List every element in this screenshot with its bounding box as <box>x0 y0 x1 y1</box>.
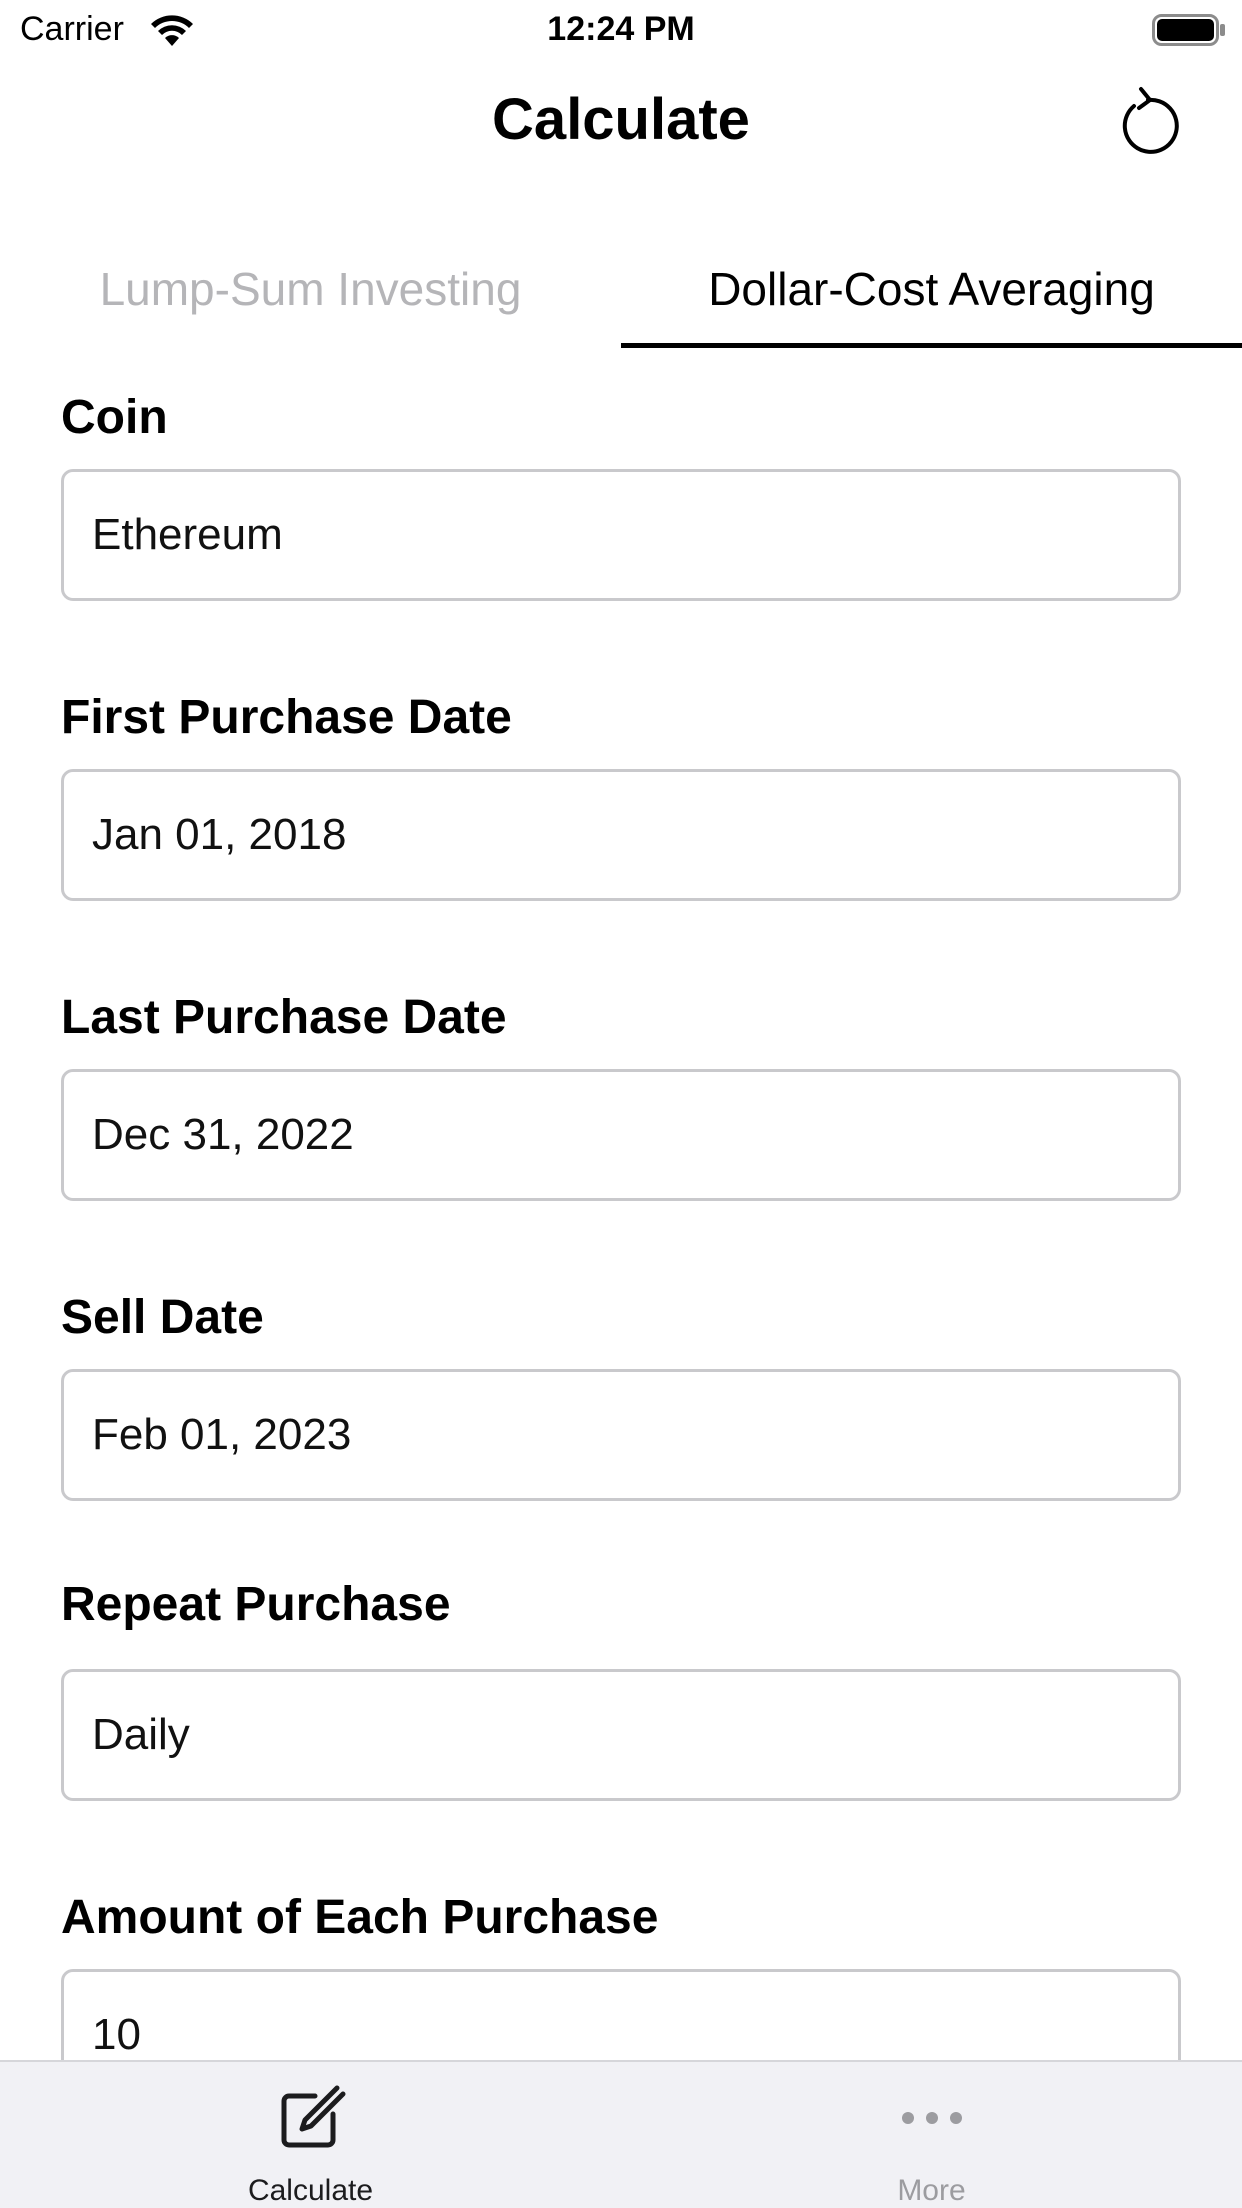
repeat-purchase-field[interactable]: Daily <box>61 1669 1181 1801</box>
tabbar-label-calculate: Calculate <box>247 2174 374 2207</box>
last-purchase-date-label: Last Purchase Date <box>61 991 507 1044</box>
sell-date-field[interactable]: Feb 01, 2023 <box>61 1369 1181 1501</box>
coin-label: Coin <box>61 391 168 444</box>
sell-date-label: Sell Date <box>61 1291 264 1344</box>
reset-rotate-icon[interactable] <box>1110 84 1186 160</box>
selected-tab-indicator <box>621 343 1242 348</box>
coin-field[interactable]: Ethereum <box>61 469 1181 601</box>
screen: Carrier 12:24 PM Calculate Lump-Sum Inve… <box>0 0 1242 2208</box>
tab-lump-sum-investing[interactable]: Lump-Sum Investing <box>0 230 621 348</box>
square-pencil-icon <box>281 2085 345 2148</box>
tabbar-label-more: More <box>897 2174 966 2207</box>
repeat-purchase-label: Repeat Purchase <box>61 1578 451 1631</box>
page-title: Calculate <box>492 87 750 152</box>
status-time: 12:24 PM <box>547 10 695 48</box>
amount-each-purchase-label: Amount of Each Purchase <box>61 1891 659 1944</box>
calculation-mode-tabs: Lump-Sum Investing Dollar-Cost Averaging <box>0 230 1242 348</box>
status-bar: Carrier 12:24 PM <box>0 0 1242 62</box>
tabbar-item-more[interactable]: More <box>621 2062 1242 2208</box>
tab-dollar-cost-averaging[interactable]: Dollar-Cost Averaging <box>621 230 1242 348</box>
first-purchase-date-label: First Purchase Date <box>61 691 512 744</box>
last-purchase-date-field[interactable]: Dec 31, 2022 <box>61 1069 1181 1201</box>
battery-full-icon <box>1152 14 1225 46</box>
ellipsis-icon <box>901 2112 962 2124</box>
bottom-tab-bar: Calculate More <box>0 2060 1242 2208</box>
first-purchase-date-field[interactable]: Jan 01, 2018 <box>61 769 1181 901</box>
tabbar-item-calculate[interactable]: Calculate <box>0 2062 621 2208</box>
